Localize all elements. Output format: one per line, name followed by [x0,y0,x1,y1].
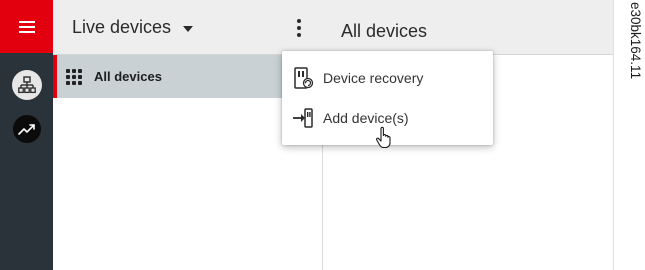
device-recovery-icon [294,67,314,89]
device-network-icon [18,76,36,94]
content-header: All devices [323,0,613,55]
live-devices-dropdown[interactable]: Live devices [72,17,194,38]
navigation-rail [0,0,53,270]
devices-nav-button[interactable] [12,70,42,100]
hand-cursor-icon [376,126,391,148]
menu-item-label: Add device(s) [323,110,409,126]
hamburger-menu-button[interactable] [0,0,53,53]
hamburger-menu-icon [18,20,35,33]
active-indicator [53,55,57,98]
more-options-icon[interactable] [295,19,303,39]
trend-nav-button[interactable] [12,114,42,144]
device-tree-header: Live devices [53,0,323,55]
dropdown-label: Live devices [72,17,172,37]
caret-down-icon [183,19,194,37]
sidebar-item-label: All devices [94,69,162,84]
trend-chart-icon [18,124,35,135]
add-device-icon [293,108,313,128]
menu-item-device-recovery[interactable]: Device recovery [282,58,493,98]
figure-id-label: e30bk164.11 [628,2,643,80]
grid-icon [66,68,82,85]
page-title: All devices [341,21,428,41]
menu-item-label: Device recovery [323,70,424,86]
